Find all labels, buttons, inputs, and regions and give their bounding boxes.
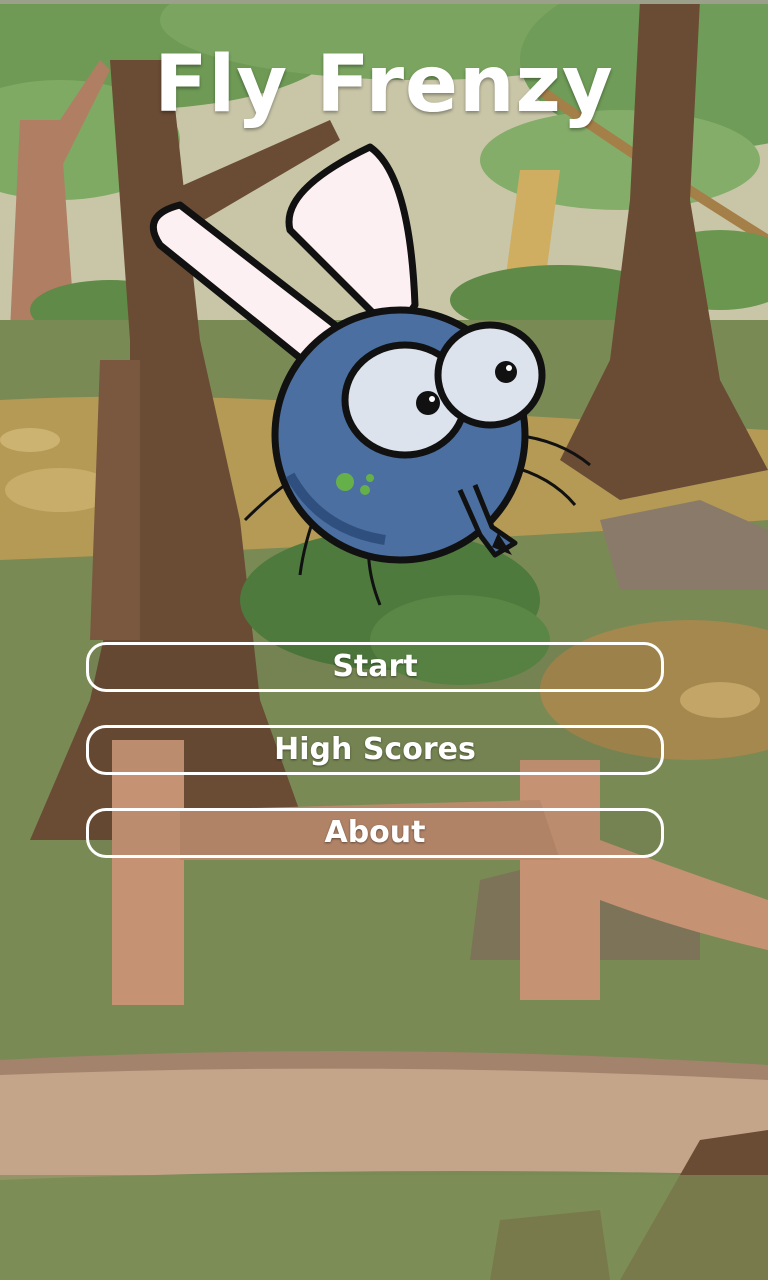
start-button[interactable]: Start: [86, 642, 664, 692]
top-divider: [0, 0, 768, 4]
game-title: Fly Frenzy: [154, 40, 614, 130]
about-button[interactable]: About: [86, 808, 664, 858]
fly-mascot-icon: [149, 143, 591, 606]
high-scores-button[interactable]: High Scores: [86, 725, 664, 775]
